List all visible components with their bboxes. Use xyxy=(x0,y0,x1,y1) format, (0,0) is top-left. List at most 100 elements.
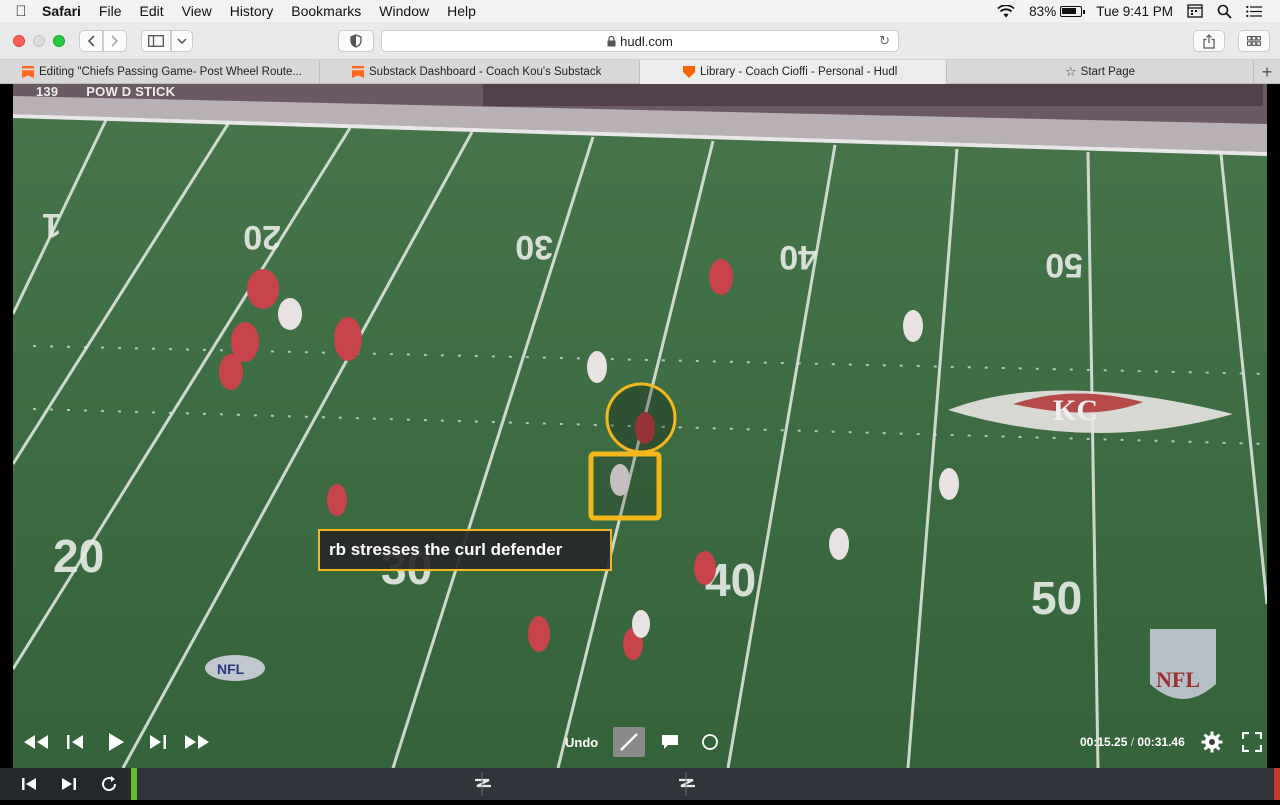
tab-label: Substack Dashboard - Coach Kou's Substac… xyxy=(369,66,602,78)
text-tool-button[interactable] xyxy=(654,727,686,757)
menu-window[interactable]: Window xyxy=(371,3,439,19)
fullscreen-button[interactable] xyxy=(1240,730,1264,754)
tab-label: Start Page xyxy=(1080,66,1135,78)
nfl-watermark-text: NFL xyxy=(1156,667,1200,692)
menu-history[interactable]: History xyxy=(222,3,284,19)
annotation-circle[interactable] xyxy=(605,382,677,454)
clock[interactable]: Tue 9:41 PM xyxy=(1096,4,1173,19)
line-tool-button[interactable] xyxy=(613,727,645,757)
rewind-button[interactable] xyxy=(22,730,50,754)
timeline-track[interactable] xyxy=(131,768,1280,800)
yard-number: 20 xyxy=(243,218,281,256)
annotation-text-box[interactable]: rb stresses the curl defender xyxy=(318,529,612,571)
zoom-window-button[interactable] xyxy=(53,35,65,47)
yard-number: 50 xyxy=(1031,572,1082,624)
privacy-report-button[interactable] xyxy=(338,30,374,52)
menu-view[interactable]: View xyxy=(174,3,222,19)
notification-center-icon[interactable] xyxy=(1246,5,1262,18)
menu-bookmarks[interactable]: Bookmarks xyxy=(283,3,371,19)
sidebar-icon xyxy=(148,35,164,47)
play-icon xyxy=(109,733,124,751)
substack-icon xyxy=(22,66,34,78)
annotation-marker-icon[interactable] xyxy=(475,772,491,796)
chevron-down-icon xyxy=(177,38,187,44)
nfl-field-logo-text: NFL xyxy=(217,661,245,677)
next-clip-button[interactable] xyxy=(57,773,81,795)
tab-start-page[interactable]: ☆ Start Page xyxy=(947,60,1254,84)
share-button[interactable] xyxy=(1193,30,1225,52)
nfl-field-logo: NFL xyxy=(205,655,265,681)
fast-forward-button[interactable] xyxy=(183,730,211,754)
previous-clip-button[interactable] xyxy=(17,773,41,795)
fast-forward-icon xyxy=(185,735,209,749)
minimize-window-button[interactable] xyxy=(33,35,45,47)
annotation-marker-icon[interactable] xyxy=(679,772,695,796)
clip-name: POW D STICK xyxy=(86,84,176,99)
next-frame-button[interactable] xyxy=(146,730,170,754)
player-controls: Undo 00:15.25 / 00:31.46 xyxy=(0,724,1280,760)
playhead[interactable] xyxy=(131,768,137,800)
apple-icon[interactable]:  xyxy=(0,3,42,20)
reload-icon[interactable]: ↻ xyxy=(879,33,890,49)
yard-number: 1 xyxy=(42,206,61,244)
tab-substack-dashboard[interactable]: Substack Dashboard - Coach Kou's Substac… xyxy=(320,60,640,84)
fullscreen-icon xyxy=(1242,732,1262,752)
tab-overview-button[interactable] xyxy=(1238,30,1270,52)
skip-forward-icon xyxy=(62,778,76,790)
url-text: hudl.com xyxy=(620,33,673,49)
shield-icon xyxy=(350,34,362,48)
timeline-markers xyxy=(131,768,1280,800)
skip-back-icon xyxy=(22,778,36,790)
video-player[interactable]: 1 20 30 40 50 20 30 40 50 KC NFL NFL xyxy=(0,84,1280,768)
tab-hudl-library[interactable]: Library - Coach Cioffi - Personal - Hudl xyxy=(640,60,947,84)
nfl-watermark: NFL xyxy=(1150,629,1216,699)
sidebar-button[interactable] xyxy=(141,30,171,52)
tab-editing-chiefs[interactable]: Editing "Chiefs Passing Game- Post Wheel… xyxy=(0,60,320,84)
tab-label: Editing "Chiefs Passing Game- Post Wheel… xyxy=(39,66,302,78)
yard-number: 50 xyxy=(1045,246,1083,284)
circle-tool-button[interactable] xyxy=(694,727,726,757)
close-window-button[interactable] xyxy=(13,35,25,47)
new-tab-button[interactable]: + xyxy=(1254,60,1280,84)
football-field-frame: 1 20 30 40 50 20 30 40 50 KC NFL NFL xyxy=(13,84,1267,768)
menu-help[interactable]: Help xyxy=(439,3,486,19)
back-button[interactable] xyxy=(79,30,103,52)
current-time: 00:15.25 xyxy=(1080,735,1128,749)
annotation-rectangle[interactable] xyxy=(588,451,662,521)
chevron-left-icon xyxy=(87,35,95,47)
line-tool-icon xyxy=(620,733,638,751)
wifi-icon[interactable] xyxy=(997,4,1015,18)
gear-icon xyxy=(1201,731,1223,753)
time-separator: / xyxy=(1127,735,1138,749)
menu-file[interactable]: File xyxy=(91,3,132,19)
clip-timeline xyxy=(0,768,1280,800)
timeline-end-marker xyxy=(1274,768,1280,800)
yard-number: 40 xyxy=(779,238,817,276)
star-icon: ☆ xyxy=(1065,64,1077,79)
plus-icon: + xyxy=(1261,61,1273,82)
browser-toolbar: hudl.com ↻ xyxy=(0,22,1280,60)
kc-logo-text: KC xyxy=(1053,394,1098,427)
menu-app-name[interactable]: Safari xyxy=(42,3,91,19)
search-icon[interactable] xyxy=(1217,4,1232,19)
lock-icon xyxy=(607,35,616,46)
settings-button[interactable] xyxy=(1199,730,1225,754)
loop-icon xyxy=(102,776,117,792)
previous-frame-button[interactable] xyxy=(63,730,87,754)
share-icon xyxy=(1203,33,1215,49)
battery-percent: 83% xyxy=(1029,3,1057,19)
undo-button[interactable]: Undo xyxy=(565,735,598,750)
clip-number: 139 xyxy=(36,84,59,99)
substack-icon xyxy=(352,66,364,78)
play-button[interactable] xyxy=(104,730,128,754)
circle-tool-icon xyxy=(702,734,718,750)
speech-bubble-icon xyxy=(662,735,678,749)
yard-number: 30 xyxy=(515,228,553,266)
menu-edit[interactable]: Edit xyxy=(131,3,173,19)
sidebar-menu-button[interactable] xyxy=(171,30,193,52)
calendar-icon[interactable] xyxy=(1187,4,1203,18)
loop-button[interactable] xyxy=(97,773,121,795)
address-bar[interactable]: hudl.com ↻ xyxy=(381,30,899,52)
battery-status[interactable]: 83% xyxy=(1029,3,1086,19)
forward-button[interactable] xyxy=(103,30,127,52)
